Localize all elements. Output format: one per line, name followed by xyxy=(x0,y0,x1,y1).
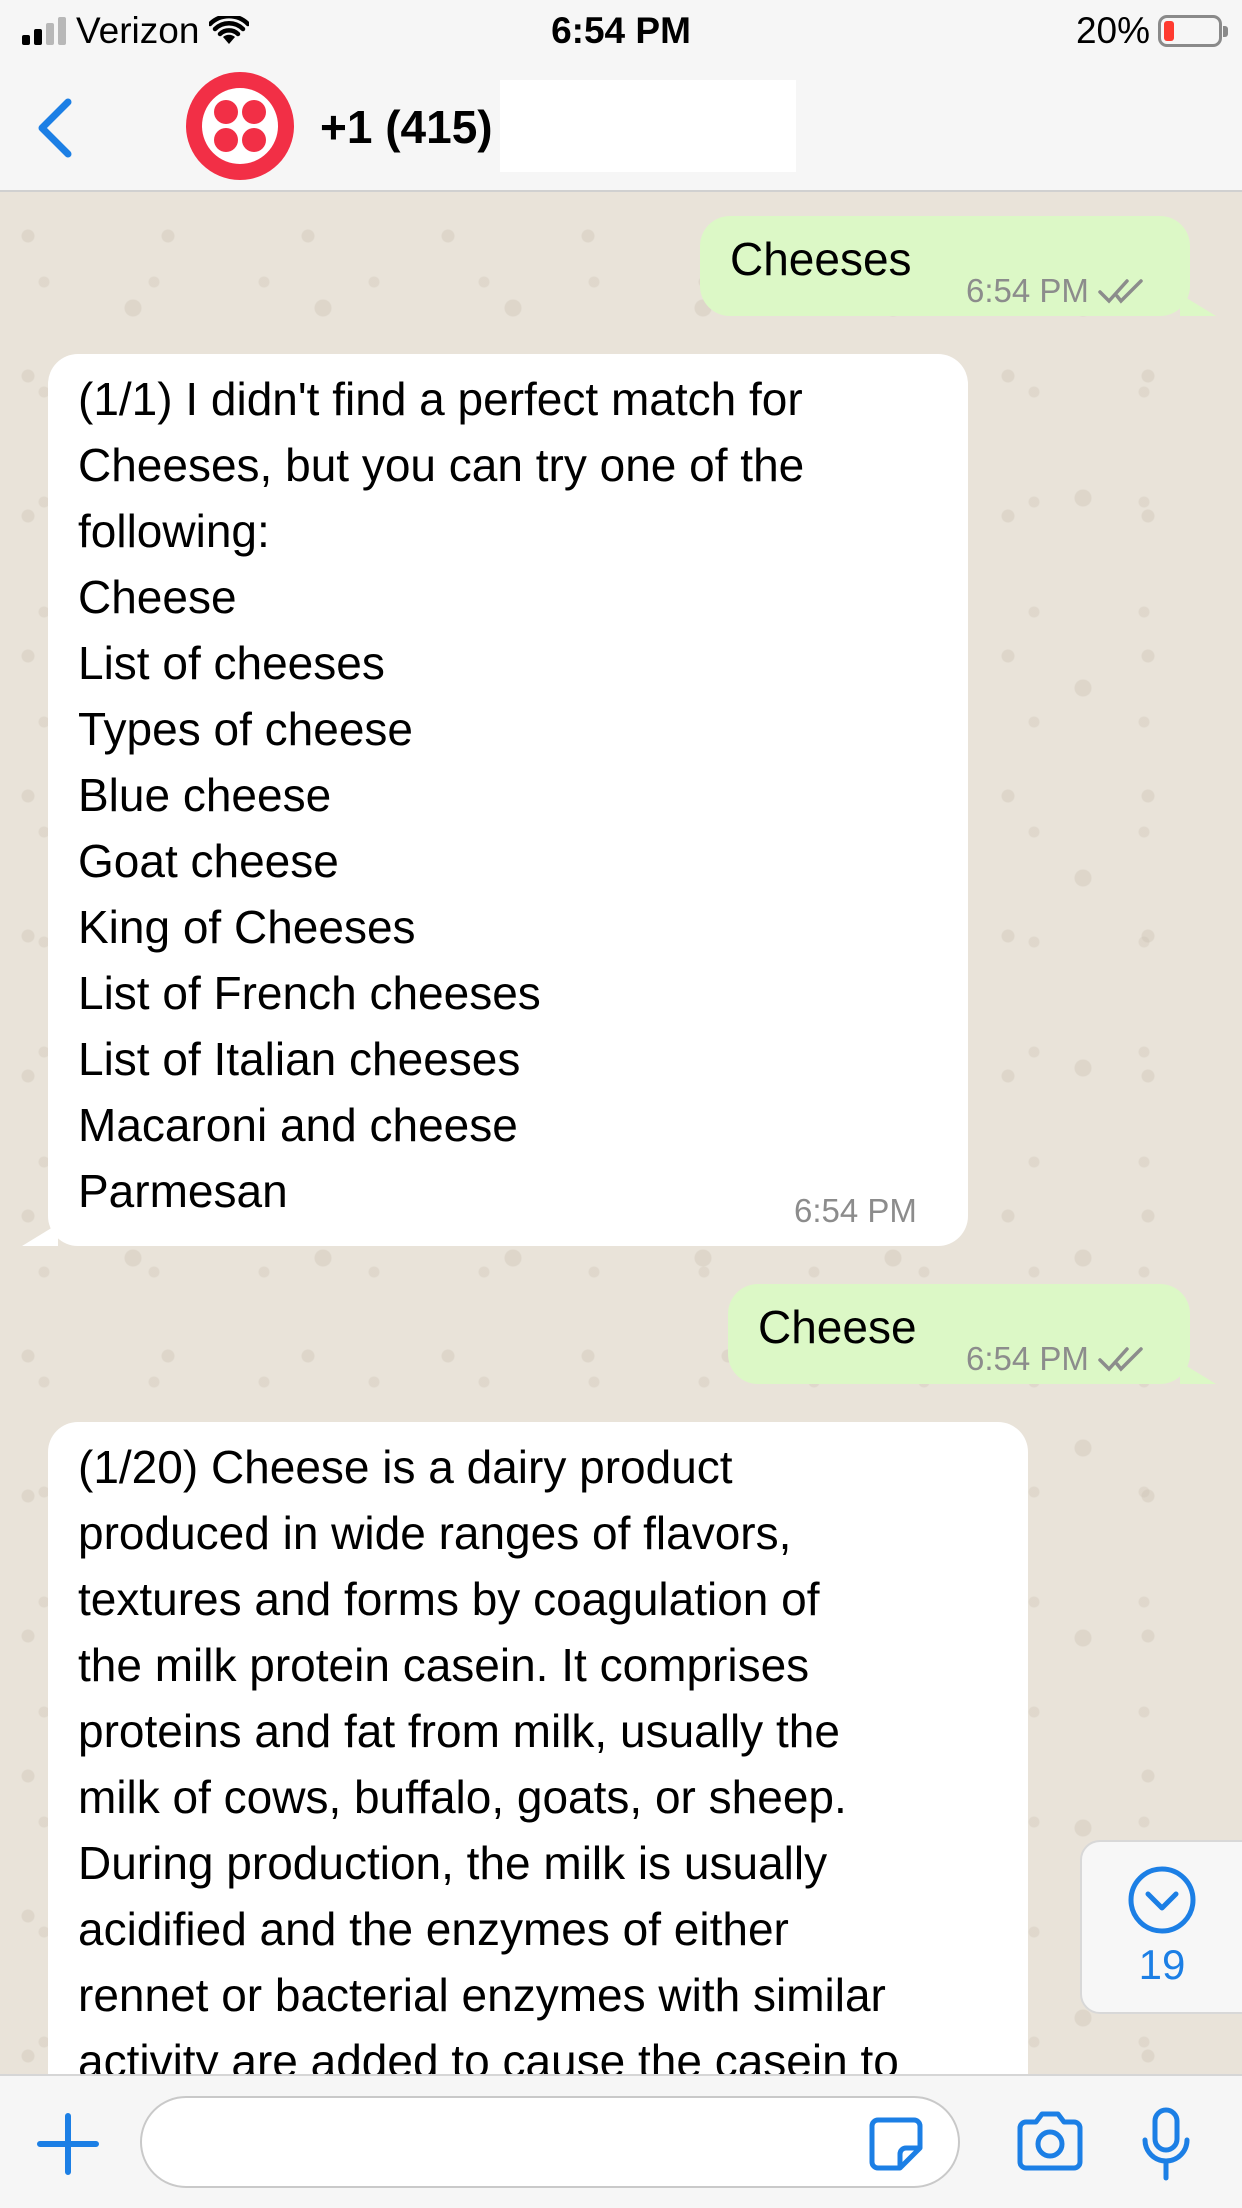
camera-icon[interactable] xyxy=(1014,2110,1086,2174)
status-right: 20% xyxy=(1075,10,1228,52)
composer-bar xyxy=(0,2074,1242,2208)
bubble-tail xyxy=(1180,294,1216,316)
message-line: Macaroni and cheese xyxy=(78,1099,518,1151)
message-line: Cheeses, but you can try one of the xyxy=(78,439,805,491)
message-line: Types of cheese xyxy=(78,703,413,755)
message-line: proteins and fat from milk, usually the xyxy=(78,1705,840,1757)
avatar[interactable] xyxy=(186,72,294,180)
message-line: Blue cheese xyxy=(78,769,332,821)
message-line: textures and forms by coagulation of xyxy=(78,1573,820,1625)
plus-icon[interactable] xyxy=(36,2112,100,2176)
message-line: rennet or bacterial enzymes with similar xyxy=(78,1969,886,2021)
status-time: 6:54 PM xyxy=(551,10,691,51)
chat-area[interactable]: Cheeses 6:54 PM (1/1) I didn't find a pe… xyxy=(0,194,1242,2074)
message-meta: 6:54 PM xyxy=(794,1178,917,1244)
bubble-tail xyxy=(22,1224,58,1246)
incoming-message[interactable]: (1/1) I didn't find a perfect match for … xyxy=(48,354,968,1246)
message-time: 6:54 PM xyxy=(966,272,1089,309)
battery-icon xyxy=(1158,15,1228,47)
message-input[interactable] xyxy=(140,2096,960,2188)
message-line: acidified and the enzymes of either xyxy=(78,1903,789,1955)
message-line: During production, the milk is usually xyxy=(78,1837,828,1889)
unread-count: 19 xyxy=(1138,1941,1186,1988)
chevron-left-icon[interactable] xyxy=(28,92,84,164)
message-line: King of Cheeses xyxy=(78,901,416,953)
chat-header: +1 (415) xyxy=(0,64,1242,192)
scroll-down-button[interactable]: 19 xyxy=(1080,1840,1242,2014)
message-line: (1/1) I didn't find a perfect match for xyxy=(78,373,803,425)
redacted-block xyxy=(500,80,796,172)
sticker-icon[interactable] xyxy=(868,2116,924,2172)
battery-percent: 20% xyxy=(1075,10,1150,51)
message-line: Parmesan xyxy=(78,1165,288,1217)
contact-name[interactable]: +1 (415) xyxy=(320,100,493,154)
message-line: produced in wide ranges of flavors, xyxy=(78,1507,792,1559)
message-line: (1/20) Cheese is a dairy product xyxy=(78,1441,733,1493)
message-line: List of French cheeses xyxy=(78,967,541,1019)
message-line: List of Italian cheeses xyxy=(78,1033,521,1085)
message-meta: 6:54 PM xyxy=(966,258,1147,324)
message-line: milk of cows, buffalo, goats, or sheep. xyxy=(78,1771,847,1823)
message-time: 6:54 PM xyxy=(966,1340,1089,1377)
message-body: (1/1) I didn't find a perfect match for … xyxy=(78,366,804,1224)
microphone-icon[interactable] xyxy=(1140,2106,1192,2182)
message-line: the milk protein casein. It comprises xyxy=(78,1639,810,1691)
outgoing-message[interactable]: Cheese 6:54 PM xyxy=(728,1284,1190,1384)
message-meta: 6:54 PM xyxy=(966,1326,1147,1392)
double-check-icon xyxy=(1098,1347,1143,1372)
chevron-down-circle-icon xyxy=(1128,1866,1196,1934)
message-line: List of cheeses xyxy=(78,637,385,689)
outgoing-message[interactable]: Cheeses 6:54 PM xyxy=(700,216,1190,316)
message-text: Cheese xyxy=(758,1301,917,1353)
message-body: (1/20) Cheese is a dairy product produce… xyxy=(78,1434,899,2074)
message-line: Goat cheese xyxy=(78,835,339,887)
status-bar: Verizon 6:54 PM 20% xyxy=(0,0,1242,64)
message-time: 6:54 PM xyxy=(794,1192,917,1229)
message-line: activity are added to cause the casein t… xyxy=(78,2035,899,2074)
message-line: following: xyxy=(78,505,270,557)
bubble-tail xyxy=(1180,1362,1216,1384)
incoming-message[interactable]: (1/20) Cheese is a dairy product produce… xyxy=(48,1422,1028,2074)
message-text: Cheeses xyxy=(730,233,912,285)
message-line: Cheese xyxy=(78,571,237,623)
double-check-icon xyxy=(1098,279,1143,304)
